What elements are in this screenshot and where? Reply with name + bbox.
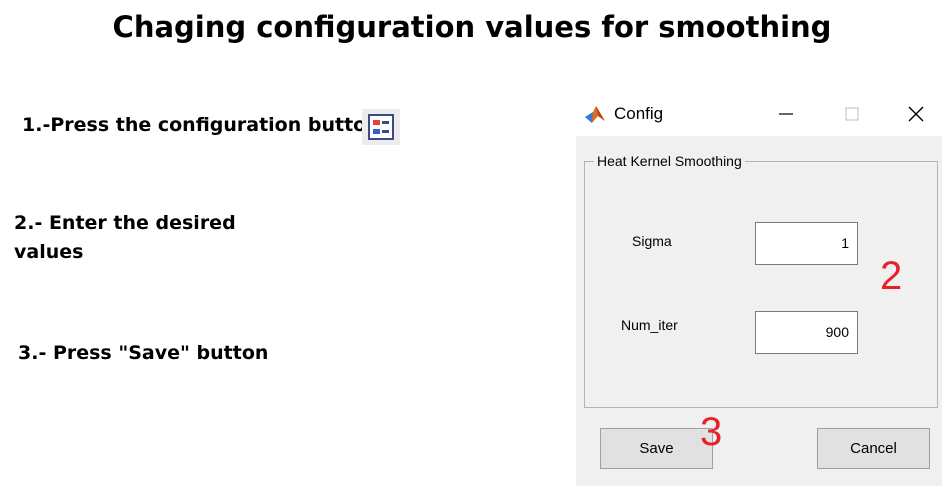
annotation-number-3: 3 <box>700 410 723 454</box>
close-icon <box>908 106 924 122</box>
step-1-text: 1.-Press the configuration button <box>22 114 380 136</box>
group-label: Heat Kernel Smoothing <box>594 153 745 169</box>
num-iter-input[interactable]: 900 <box>755 311 858 354</box>
sigma-label: Sigma <box>632 233 672 249</box>
annotation-number-2: 2 <box>880 254 903 298</box>
save-button[interactable]: Save <box>600 428 713 469</box>
maximize-icon <box>845 107 859 121</box>
page-title: Chaging configuration values for smoothi… <box>112 10 832 44</box>
step-3-text: 3.- Press "Save" button <box>18 342 269 364</box>
minimize-button[interactable] <box>766 98 806 130</box>
dialog-title: Config <box>614 104 664 123</box>
matlab-icon <box>585 106 605 123</box>
maximize-button[interactable] <box>832 98 872 130</box>
num-iter-label: Num_iter <box>621 317 678 333</box>
close-button[interactable] <box>896 98 936 130</box>
minimize-icon <box>779 113 793 115</box>
configuration-button[interactable] <box>362 109 400 145</box>
dialog-body: Heat Kernel Smoothing Sigma 1 Num_iter 9… <box>576 136 942 486</box>
step-2-text: 2.- Enter the desired values <box>14 212 236 263</box>
dialog-titlebar[interactable]: Config <box>574 92 944 136</box>
sigma-input[interactable]: 1 <box>755 222 858 265</box>
cancel-button[interactable]: Cancel <box>817 428 930 469</box>
configuration-icon <box>368 114 394 140</box>
